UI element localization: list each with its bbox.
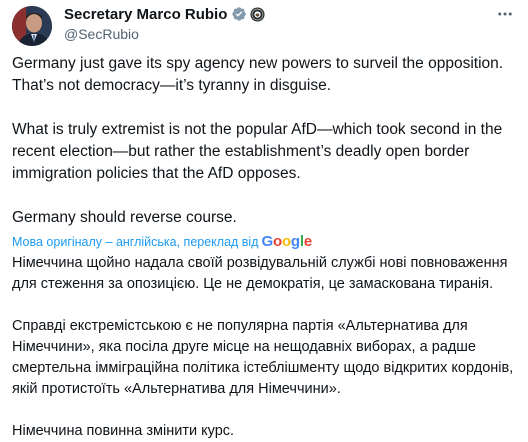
author-display-name[interactable]: Secretary Marco Rubio (64, 6, 227, 23)
post-body: Germany just gave its spy agency new pow… (12, 53, 518, 442)
translation-label: Мова оригіналу – англійська, переклад ві… (12, 234, 259, 249)
avatar-image (12, 6, 52, 46)
post-paragraph: Germany just gave its spy agency new pow… (12, 55, 504, 94)
post-header: Secretary Marco Rubio @SecRubio (12, 0, 516, 50)
translated-paragraph: Німеччина повинна змінити курс. (12, 423, 235, 439)
translated-paragraph: Німеччина щойно надала своїй розвідуваль… (12, 255, 508, 292)
post-paragraph: Germany should reverse course. (12, 209, 237, 226)
government-seal-icon (250, 6, 265, 22)
post-paragraph: What is truly extremist is not the popul… (12, 121, 503, 182)
author-handle[interactable]: @SecRubio (64, 26, 265, 43)
avatar[interactable] (12, 6, 52, 46)
translation-notice[interactable]: Мова оригіналу – англійська, переклад ві… (12, 233, 518, 250)
google-logo: Google (261, 232, 313, 250)
author-block: Secretary Marco Rubio @SecRubio (64, 5, 265, 43)
verified-badge-icon[interactable] (231, 6, 247, 22)
translated-paragraph: Справді екстремістською є не популярна п… (12, 318, 514, 397)
more-dots-icon[interactable] (494, 3, 516, 25)
name-row: Secretary Marco Rubio (64, 5, 265, 23)
